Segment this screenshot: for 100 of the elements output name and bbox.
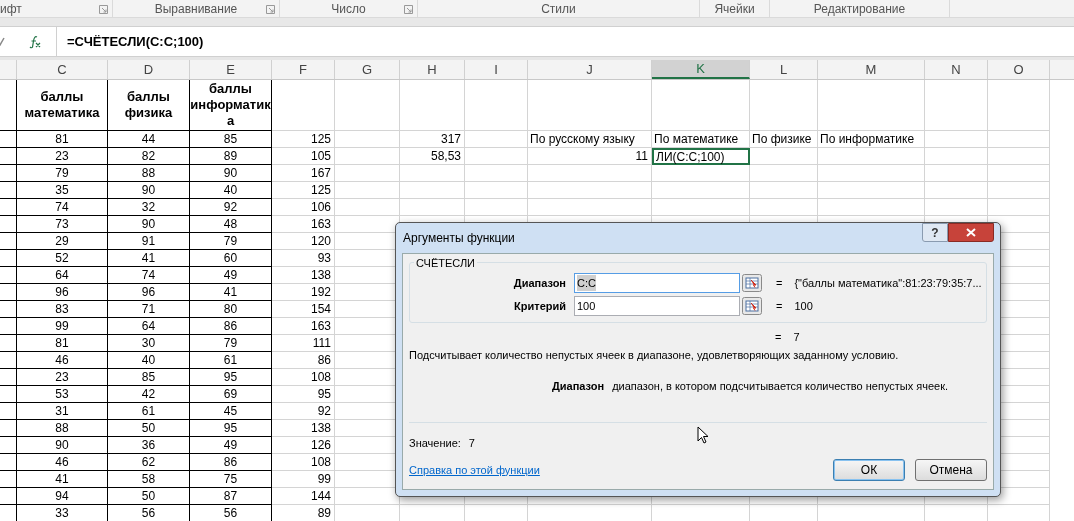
table-cell: 89 <box>190 148 272 165</box>
table-cell <box>335 148 400 165</box>
collapse-dialog-icon[interactable] <box>742 274 762 292</box>
argument-field[interactable]: C:C <box>574 273 740 293</box>
dialog-button[interactable]: ОК <box>833 459 905 481</box>
mouse-pointer-icon <box>697 426 709 444</box>
column-header[interactable]: K <box>652 60 750 79</box>
table-cell <box>750 182 818 199</box>
table-cell <box>0 182 17 199</box>
table-cell: 105 <box>272 148 335 165</box>
table-cell: 42 <box>108 386 190 403</box>
table-cell: 56 <box>190 505 272 521</box>
column-header[interactable]: N <box>925 60 988 79</box>
table-cell: 88 <box>108 165 190 182</box>
table-cell: 87 <box>190 488 272 505</box>
table-header-cell: баллы информатика <box>190 80 272 131</box>
table-cell <box>0 250 17 267</box>
dialog-button[interactable]: Отмена <box>915 459 987 481</box>
table-cell: 125 <box>272 182 335 199</box>
argument-result: {"баллы математика":81:23:79:35:7... <box>794 275 982 291</box>
table-cell: 79 <box>17 165 108 182</box>
table-cell <box>0 216 17 233</box>
formula-field[interactable]: =СЧЁТЕСЛИ(C:C;100) <box>57 27 1074 56</box>
table-cell <box>0 165 17 182</box>
table-cell: 163 <box>272 216 335 233</box>
table-cell <box>0 80 17 131</box>
dialog-launcher-icon[interactable] <box>99 5 108 14</box>
ribbon-group-label: Число <box>331 0 366 18</box>
column-header[interactable]: F <box>272 60 335 79</box>
table-cell: 95 <box>272 386 335 403</box>
table-cell: 75 <box>190 471 272 488</box>
collapse-dialog-icon[interactable] <box>742 297 762 315</box>
check-icon[interactable] <box>0 37 5 46</box>
table-cell: 126 <box>272 437 335 454</box>
table-cell: 36 <box>108 437 190 454</box>
column-header[interactable]: D <box>108 60 190 79</box>
table-cell <box>0 284 17 301</box>
table-cell: 85 <box>190 131 272 148</box>
table-cell: 50 <box>108 488 190 505</box>
table-cell <box>335 165 400 182</box>
table-cell: 58,53 <box>400 148 465 165</box>
table-cell: 32 <box>108 199 190 216</box>
column-header[interactable]: I <box>465 60 528 79</box>
table-cell <box>0 386 17 403</box>
table-cell: 90 <box>108 182 190 199</box>
table-cell: 48 <box>190 216 272 233</box>
table-cell: 61 <box>190 352 272 369</box>
table-cell: 46 <box>17 352 108 369</box>
table-cell: 58 <box>108 471 190 488</box>
function-icon[interactable] <box>28 35 42 49</box>
table-cell: 64 <box>17 267 108 284</box>
table-cell: 61 <box>108 403 190 420</box>
close-button[interactable] <box>948 223 994 242</box>
column-header[interactable]: G <box>335 60 400 79</box>
table-cell <box>335 199 400 216</box>
close-icon <box>966 228 976 237</box>
table-cell: По математике <box>652 131 750 148</box>
table-cell: 56 <box>108 505 190 521</box>
column-header[interactable]: E <box>190 60 272 79</box>
table-cell <box>988 165 1050 182</box>
column-header[interactable]: C <box>17 60 108 79</box>
table-cell: 40 <box>190 182 272 199</box>
column-header[interactable]: M <box>818 60 925 79</box>
argument-result: 100 <box>794 298 813 314</box>
column-header[interactable]: O <box>988 60 1050 79</box>
column-header[interactable]: L <box>750 60 818 79</box>
table-cell: 41 <box>108 250 190 267</box>
value-label: Значение: <box>409 435 461 451</box>
table-cell: 192 <box>272 284 335 301</box>
table-cell: 53 <box>17 386 108 403</box>
table-cell: 29 <box>17 233 108 250</box>
table-cell: 74 <box>108 267 190 284</box>
table-cell: 92 <box>190 199 272 216</box>
help-button[interactable]: ? <box>922 223 948 242</box>
table-cell: 90 <box>108 216 190 233</box>
column-header[interactable]: H <box>400 60 465 79</box>
table-cell <box>750 165 818 182</box>
table-cell: 93 <box>272 250 335 267</box>
table-cell: 31 <box>17 403 108 420</box>
table-cell: 52 <box>17 250 108 267</box>
argument-help-label: Диапазон <box>552 378 605 394</box>
table-cell: 90 <box>17 437 108 454</box>
argument-field[interactable]: 100 <box>574 296 740 316</box>
editing-cell[interactable]: ЛИ(C:C;100) <box>652 148 750 165</box>
table-cell <box>0 369 17 386</box>
dialog-launcher-icon[interactable] <box>404 5 413 14</box>
table-cell: 41 <box>190 284 272 301</box>
ribbon-group-label: Редактирование <box>813 0 906 18</box>
table-cell: 111 <box>272 335 335 352</box>
table-cell <box>400 165 465 182</box>
table-cell: 89 <box>272 505 335 521</box>
table-cell <box>0 488 17 505</box>
table-cell: 96 <box>17 284 108 301</box>
table-cell <box>988 199 1050 216</box>
dialog-launcher-icon[interactable] <box>266 5 275 14</box>
table-cell <box>925 165 988 182</box>
table-cell: 96 <box>108 284 190 301</box>
table-cell: 86 <box>272 352 335 369</box>
function-description: Подсчитывает количество непустых ячеек в диапазоне, удовлетворяющих заданному условию. <box>409 348 900 363</box>
help-link[interactable]: Справка по этой функции <box>409 461 540 479</box>
